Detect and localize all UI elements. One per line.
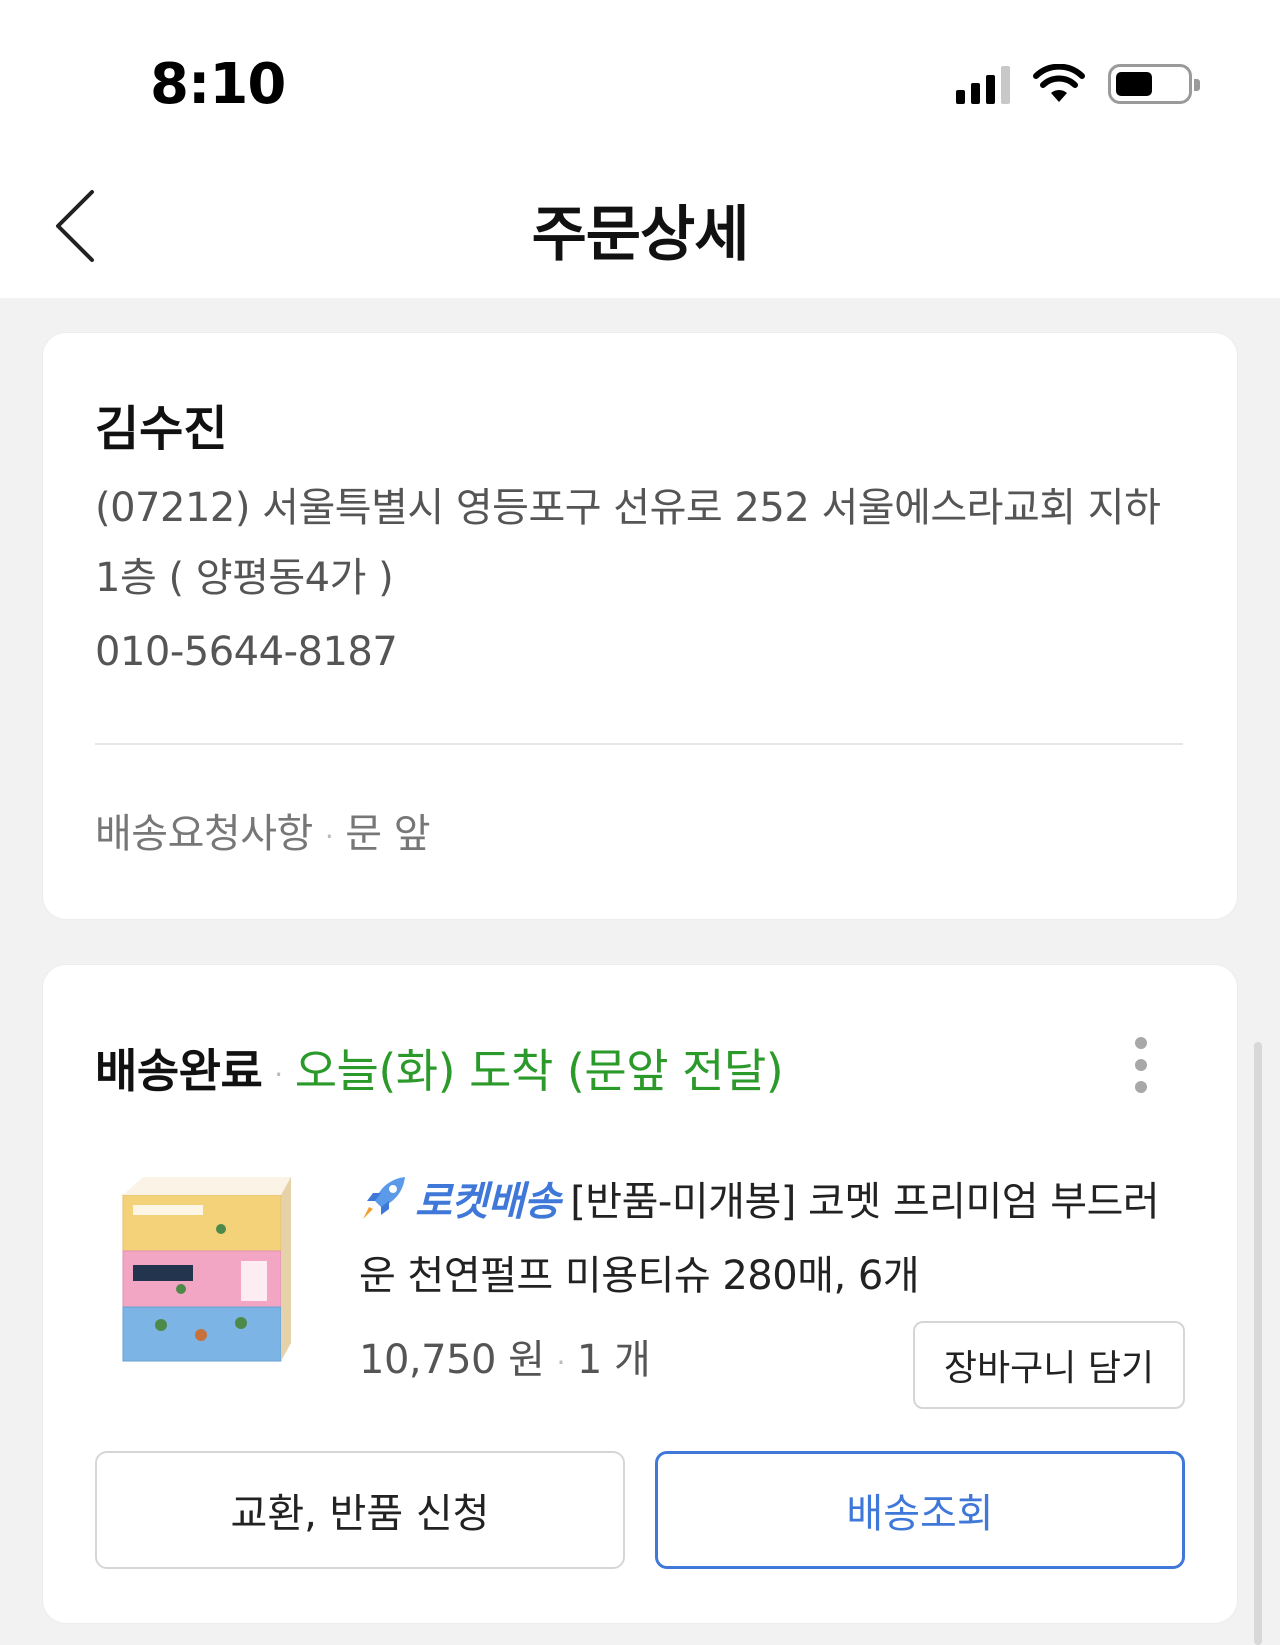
product-price: 10,750 원 — [359, 1337, 545, 1383]
track-delivery-button[interactable]: 배송조회 — [655, 1451, 1185, 1569]
dot-separator: · — [274, 1058, 283, 1091]
recipient-name: 김수진 — [95, 401, 228, 457]
delivery-card: 배송완료 · 오늘(화) 도착 (문앞 전달) 로켓배송 [반품-미개봉] 코멧 프리… — [42, 964, 1238, 1624]
rocket-icon — [363, 1177, 405, 1219]
product-title[interactable]: 로켓배송 [반품-미개봉] 코멧 프리미엄 부드러운 천연펄프 미용티슈 280매… — [359, 1165, 1179, 1313]
status-time: 8:10 — [150, 52, 286, 117]
dot-separator: · — [324, 819, 334, 853]
delivery-status: 배송완료 · 오늘(화) 도착 (문앞 전달) — [95, 1035, 784, 1101]
product-quantity: 1 개 — [576, 1337, 651, 1383]
rocket-delivery-badge: 로켓배송 — [415, 1179, 561, 1225]
dot-separator: · — [556, 1345, 565, 1379]
page-title: 주문상세 — [531, 200, 750, 270]
arrival-text: 오늘(화) 도착 (문앞 전달) — [294, 1044, 784, 1098]
top-bar: 8:10 주문상세 — [0, 0, 1280, 298]
wifi-icon — [1033, 64, 1085, 102]
delivery-request: 배송요청사항 · 문 앞 — [95, 801, 431, 859]
divider — [95, 743, 1183, 745]
delivery-request-label: 배송요청사항 — [95, 811, 313, 857]
product-image[interactable] — [121, 1165, 291, 1365]
battery-icon — [1108, 64, 1200, 104]
delivery-status-label: 배송완료 — [95, 1044, 263, 1098]
scrollbar[interactable] — [1254, 1042, 1262, 1645]
recipient-card: 김수진 (07212) 서울특별시 영등포구 선유로 252 서울에스라교회 지… — [42, 332, 1238, 920]
add-to-cart-button[interactable]: 장바구니 담기 — [913, 1321, 1185, 1409]
recipient-phone: 010-5644-8187 — [95, 629, 398, 675]
signal-icon — [956, 64, 1010, 104]
delivery-request-value: 문 앞 — [345, 811, 431, 857]
price-quantity: 10,750 원 · 1 개 — [359, 1327, 651, 1385]
exchange-return-button[interactable]: 교환, 반품 신청 — [95, 1451, 625, 1569]
more-vertical-icon[interactable] — [1131, 1037, 1151, 1097]
status-icons — [956, 62, 1200, 106]
recipient-address: (07212) 서울특별시 영등포구 선유로 252 서울에스라교회 지하 1층… — [95, 485, 1161, 601]
